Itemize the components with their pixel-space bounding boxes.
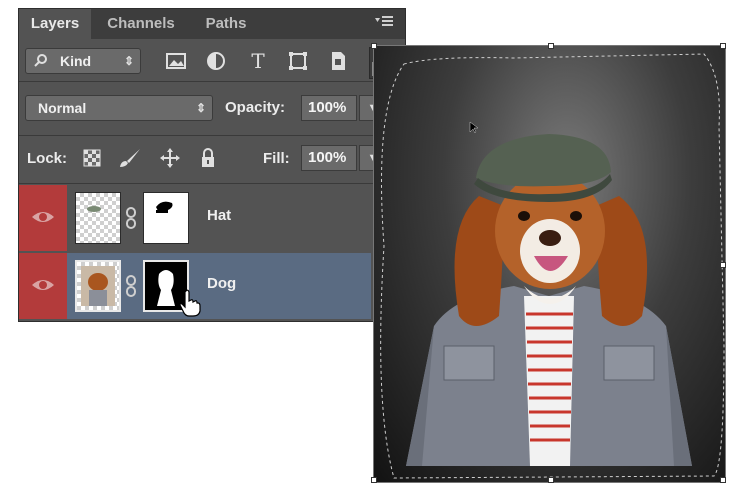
- mask-link-chain-icon[interactable]: [125, 207, 137, 229]
- lock-position-move-icon[interactable]: [157, 145, 183, 171]
- fill-input[interactable]: 100%: [301, 145, 357, 171]
- layer-name-dog: Dog: [207, 275, 237, 292]
- dog-layer-thumbnail[interactable]: [75, 260, 121, 312]
- blend-mode-select[interactable]: Normal ⇕: [25, 95, 213, 121]
- mask-link-chain-icon[interactable]: [125, 275, 137, 297]
- panel-tab-bar: Layers Channels Paths: [19, 9, 405, 39]
- lock-transparent-pixels-icon[interactable]: [79, 145, 105, 171]
- layer-row-dog[interactable]: Dog: [19, 253, 371, 319]
- tab-layers[interactable]: Layers: [19, 9, 91, 39]
- layer-row-hat[interactable]: Hat: [19, 185, 371, 251]
- blend-row: Normal ⇕ Opacity: 100% ▼: [19, 91, 405, 127]
- filter-smart-objects-icon[interactable]: [325, 48, 351, 74]
- updown-arrows-icon: ⇕: [195, 101, 206, 115]
- lock-row: Lock: Fill: 100% ▼: [19, 141, 405, 177]
- tab-channels[interactable]: Channels: [93, 9, 189, 39]
- search-icon: [34, 49, 48, 80]
- fill-label: Fill:: [263, 150, 290, 167]
- kind-filter-select[interactable]: Kind ⇕: [25, 48, 141, 74]
- dog-in-hat-image: [380, 53, 725, 479]
- filter-type-layers-icon[interactable]: T: [245, 48, 271, 74]
- opacity-label: Opacity:: [225, 99, 286, 116]
- filter-adjustment-layers-icon[interactable]: [203, 48, 229, 74]
- filter-shape-layers-icon[interactable]: [285, 48, 311, 74]
- kind-filter-label: Kind: [60, 53, 92, 69]
- visibility-eye-icon[interactable]: [19, 185, 67, 251]
- lock-label: Lock:: [27, 150, 68, 167]
- blend-mode-value: Normal: [38, 100, 87, 116]
- panel-menu-icon[interactable]: [373, 13, 395, 33]
- lock-image-pixels-brush-icon[interactable]: [117, 145, 143, 171]
- tab-paths[interactable]: Paths: [191, 9, 261, 39]
- filter-row: Kind ⇕ T: [19, 45, 405, 79]
- document-canvas[interactable]: [371, 43, 726, 483]
- hat-layer-thumbnail[interactable]: [75, 192, 121, 244]
- lock-all-icon[interactable]: [195, 145, 221, 171]
- updown-arrows-icon: ⇕: [123, 54, 134, 68]
- layers-panel: Layers Channels Paths Kind ⇕ T Normal ⇕ …: [18, 8, 406, 322]
- opacity-input[interactable]: 100%: [301, 95, 357, 121]
- hand-pointer-cursor-icon: [179, 289, 201, 322]
- filter-pixel-layers-icon[interactable]: [163, 48, 189, 74]
- hat-layer-mask-thumbnail[interactable]: [143, 192, 189, 244]
- layer-name-hat: Hat: [207, 207, 232, 224]
- visibility-eye-icon[interactable]: [19, 253, 67, 319]
